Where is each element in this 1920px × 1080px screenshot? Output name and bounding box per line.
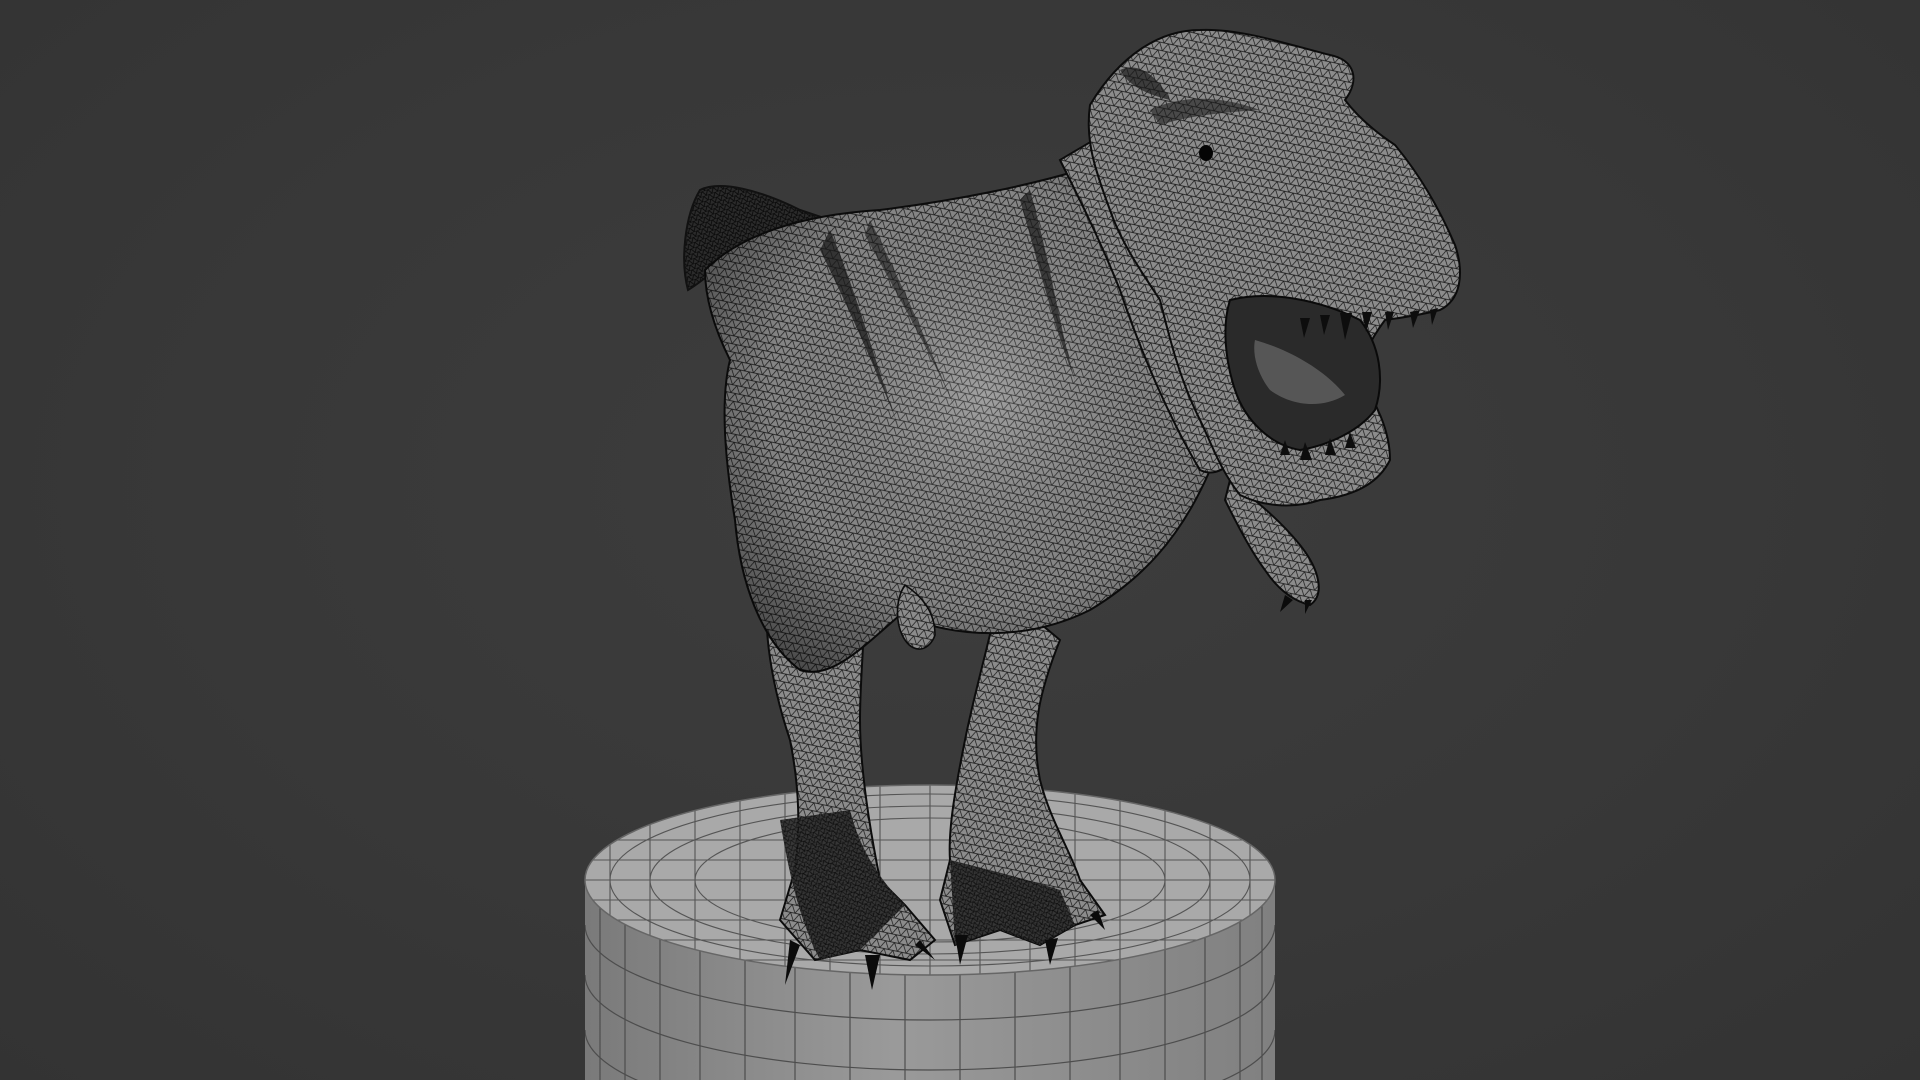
dinosaur-eye bbox=[1199, 145, 1213, 161]
pedestal bbox=[584, 784, 1276, 1080]
viewport-scene bbox=[584, 28, 1461, 1080]
3d-viewport[interactable] bbox=[0, 0, 1920, 1080]
